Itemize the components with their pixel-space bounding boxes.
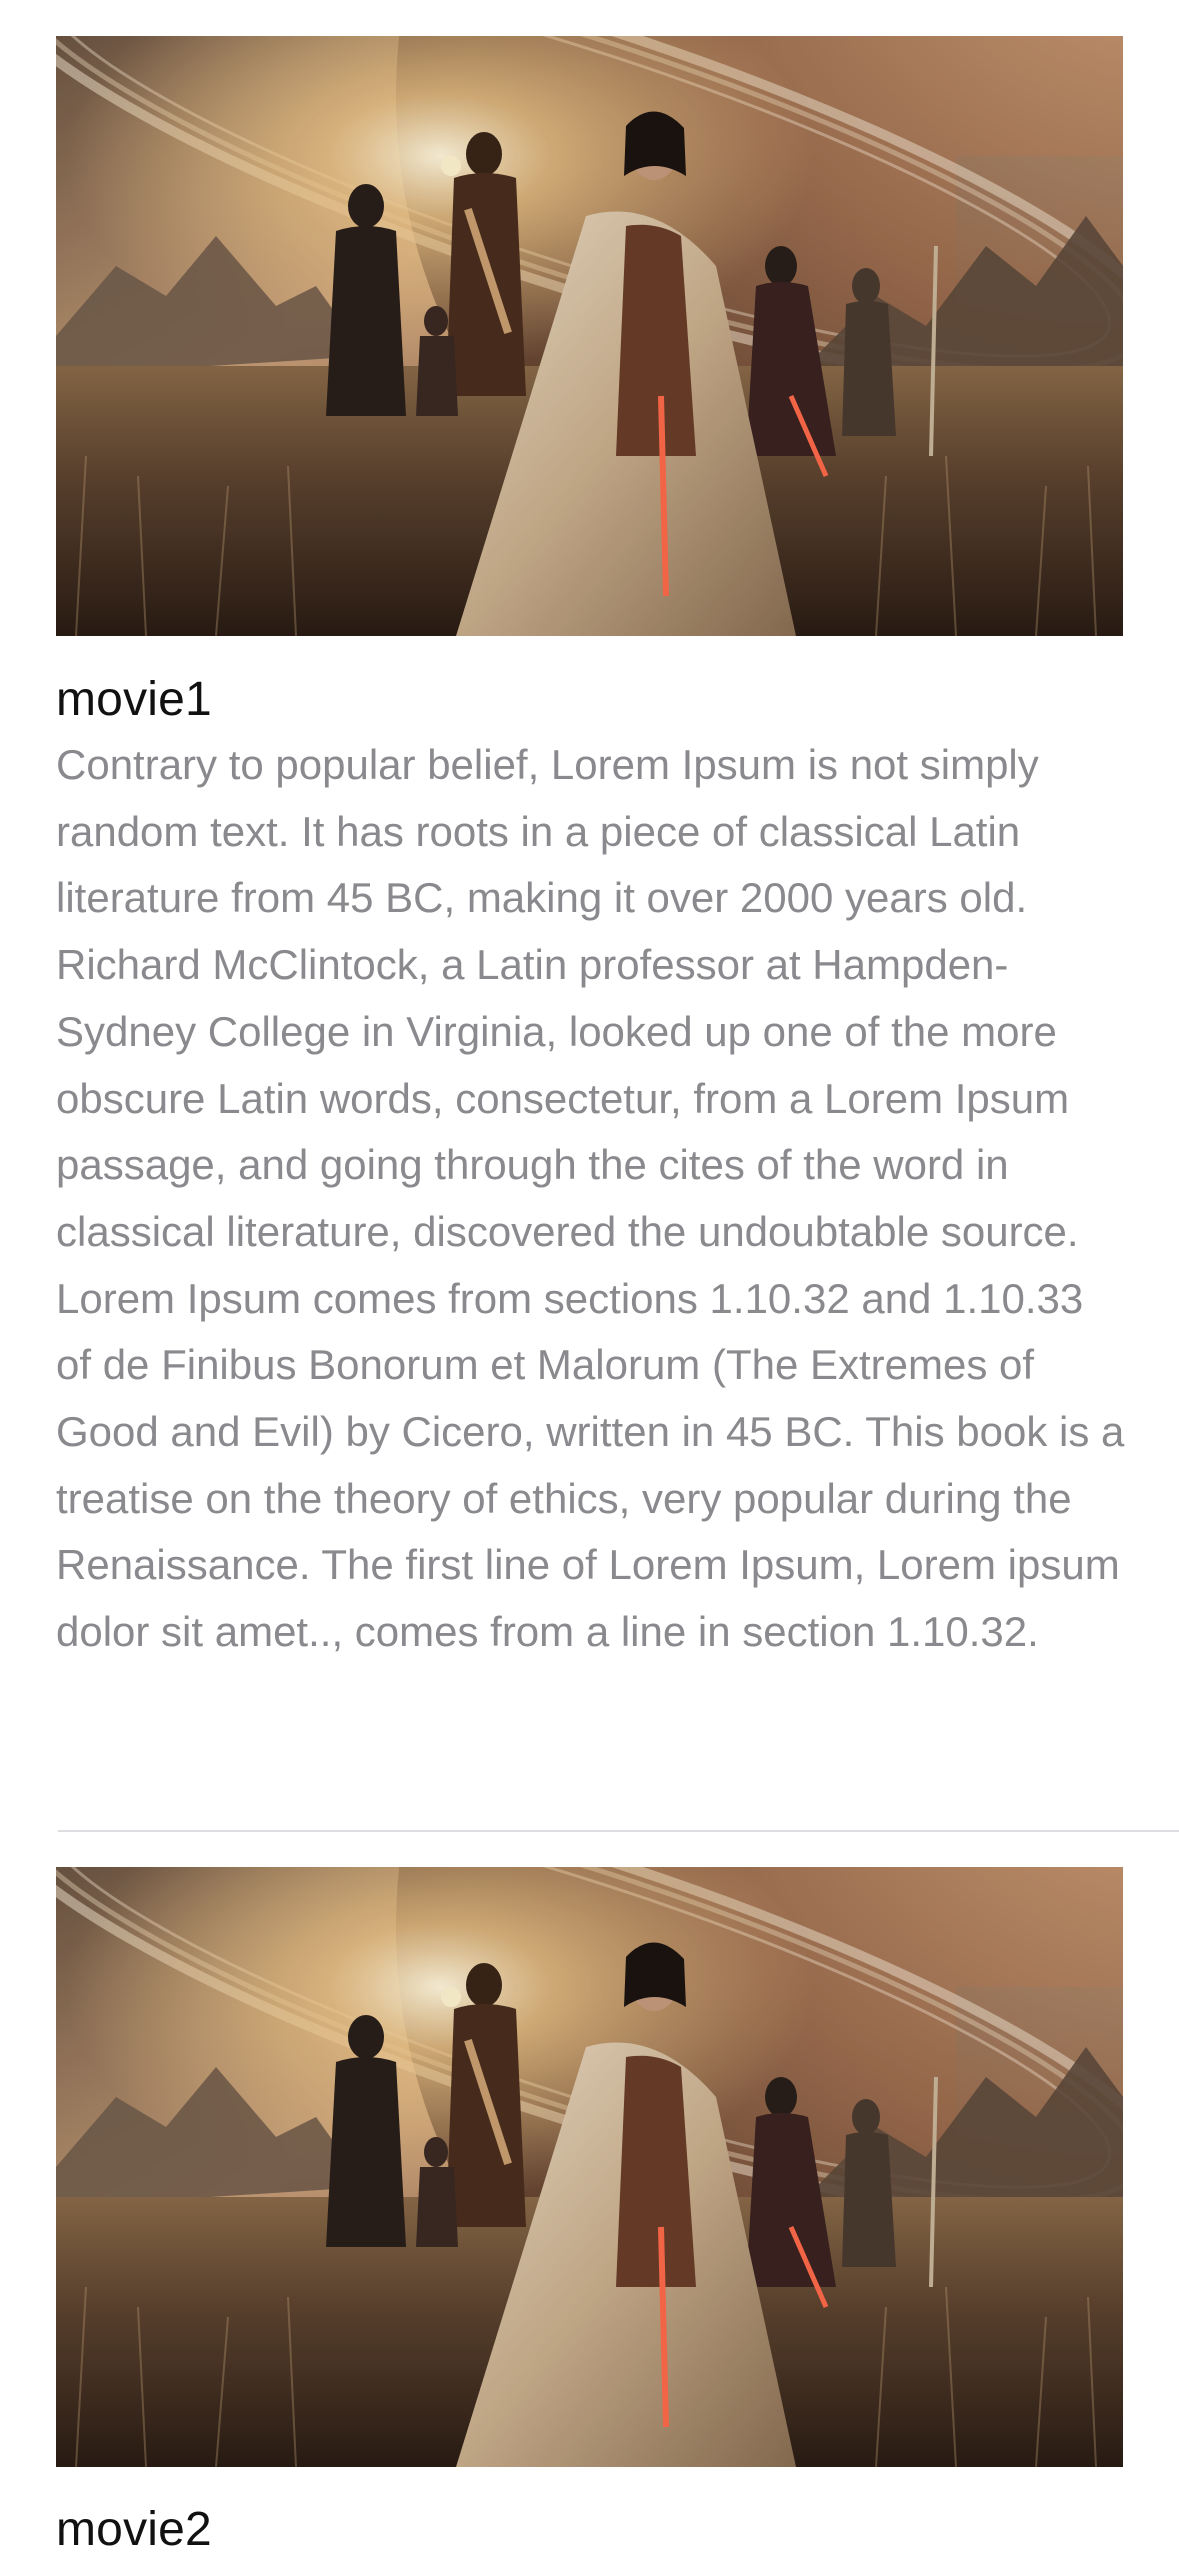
movie-title: movie2 <box>56 2503 212 2556</box>
movie-poster-image[interactable] <box>56 1867 1123 2467</box>
poster-illustration <box>56 1867 1123 2467</box>
movie-title: movie1 <box>56 673 212 726</box>
poster-illustration <box>56 36 1123 636</box>
list-divider <box>58 1830 1179 1832</box>
movie-poster-image[interactable] <box>56 36 1123 636</box>
movie-description: Contrary to popular belief, Lorem Ipsum … <box>56 741 1125 1656</box>
movie-feed[interactable]: movie1 Contrary to popular belief, Lorem… <box>0 0 1179 2556</box>
